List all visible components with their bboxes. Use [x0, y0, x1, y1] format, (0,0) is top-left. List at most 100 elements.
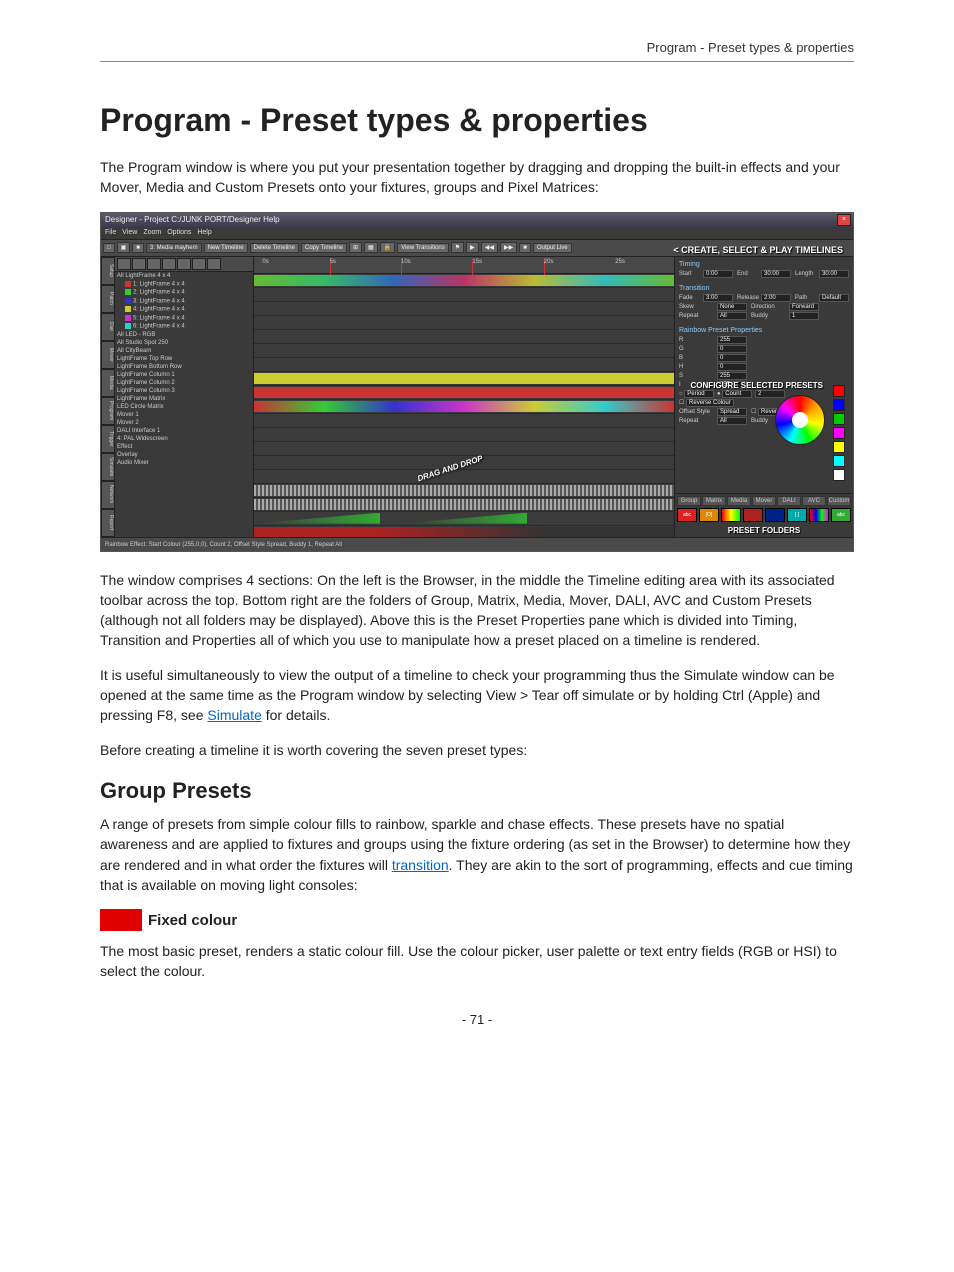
tab-mover[interactable]: Mover [101, 341, 115, 369]
browser-item[interactable]: All Studio Spot 250 [115, 339, 253, 347]
browser-item[interactable]: DALI Interface 1 [115, 427, 253, 435]
count-field[interactable]: 2 [755, 390, 785, 398]
browser-ptr-icon[interactable] [207, 258, 221, 270]
tab-trigger[interactable]: Trigger [101, 425, 115, 453]
folder-tab-mover[interactable]: Mover [752, 496, 776, 506]
folder-tab-group[interactable]: Group [677, 496, 701, 506]
tab-media[interactable]: Media [101, 369, 115, 397]
browser-item[interactable]: LightFrame Bottom Row [115, 363, 253, 371]
tab-program[interactable]: Program [101, 397, 115, 425]
tab-patch[interactable]: Patch [101, 285, 115, 313]
timeline-area[interactable]: 0s 5s 10s 15s 20s 25s [254, 257, 674, 537]
browser-last-icon[interactable] [192, 258, 206, 270]
preset-chip[interactable] [721, 508, 741, 522]
period-radio[interactable]: ○ Period [679, 390, 717, 398]
browser-item[interactable]: All LightFrame 4 x 4 [115, 272, 253, 280]
tab-report[interactable]: Report [101, 509, 115, 537]
preset-chip[interactable]: abc [677, 508, 697, 522]
delete-timeline-button[interactable]: Delete Timeline [250, 243, 299, 253]
timeline-block[interactable] [254, 527, 674, 537]
browser-first-icon[interactable] [147, 258, 161, 270]
tab-simulate[interactable]: Simulate [101, 453, 115, 481]
prev-icon[interactable]: ◀◀ [481, 242, 498, 253]
flag-icon[interactable]: ⚑ [451, 242, 464, 253]
timeline-block[interactable] [254, 373, 674, 384]
h-field[interactable]: 0 [717, 363, 747, 371]
swatch-green[interactable] [833, 413, 845, 425]
browser-item[interactable]: Effect [115, 443, 253, 451]
open-icon[interactable]: ▣ [117, 242, 131, 253]
b-field[interactable]: 0 [717, 354, 747, 362]
browser-item[interactable]: 6: LightFrame 4 x 4 [115, 322, 253, 331]
timeline-block[interactable] [254, 275, 674, 286]
preset-chip[interactable]: [O] [699, 508, 719, 522]
start-field[interactable]: 0:00 [703, 270, 733, 278]
browser-item[interactable]: 4: PAL Widescreen [115, 435, 253, 443]
swatch-blue[interactable] [833, 399, 845, 411]
tab-dial[interactable]: Dial [101, 313, 115, 341]
repeat-field[interactable]: All [717, 312, 747, 320]
skew-field[interactable]: None [717, 303, 747, 311]
preset-chip[interactable] [765, 508, 785, 522]
tab-network[interactable]: Network [101, 481, 115, 509]
browser-expand-icon[interactable] [117, 258, 131, 270]
browser-item[interactable]: All LED - RGB [115, 331, 253, 339]
direction-field[interactable]: Forward [789, 303, 819, 311]
browser-item[interactable]: 3: LightFrame 4 x 4 [115, 297, 253, 306]
preset-chip[interactable]: [·] [787, 508, 807, 522]
swatch-cyan[interactable] [833, 455, 845, 467]
browser-item[interactable]: LED Circle Matrix [115, 403, 253, 411]
s-field[interactable]: 255 [717, 372, 747, 380]
swatch-white[interactable] [833, 469, 845, 481]
fade-field[interactable]: 3:00 [703, 294, 733, 302]
close-icon[interactable]: × [837, 214, 851, 226]
snap-icon[interactable]: ⊞ [349, 242, 362, 253]
swatch-yellow[interactable] [833, 441, 845, 453]
browser-item[interactable]: LightFrame Matrix [115, 395, 253, 403]
timeline-block[interactable] [254, 485, 674, 496]
browser-item[interactable]: 1: LightFrame 4 x 4 [115, 280, 253, 289]
timeline-block[interactable] [254, 387, 674, 398]
browser-item[interactable]: Mover 1 [115, 411, 253, 419]
preset-chip[interactable]: abc [831, 508, 851, 522]
stop-icon[interactable]: ■ [519, 243, 531, 253]
play-icon[interactable]: ▶ [466, 242, 479, 253]
browser-item[interactable]: All CityBeam [115, 347, 253, 355]
timeline-select[interactable]: 3: Media mayhem [146, 243, 202, 253]
folder-tab-matrix[interactable]: Matrix [702, 496, 726, 506]
browser-item[interactable]: Audio Mixer [115, 459, 253, 467]
menu-file[interactable]: File [105, 229, 116, 236]
menu-options[interactable]: Options [167, 229, 191, 236]
browser-item[interactable]: 5: LightFrame 4 x 4 [115, 314, 253, 323]
menu-help[interactable]: Help [197, 229, 211, 236]
folder-tab-dali[interactable]: DALI [777, 496, 801, 506]
r-field[interactable]: 255 [717, 336, 747, 344]
length-field[interactable]: 30:00 [819, 270, 849, 278]
folder-tab-media[interactable]: Media [727, 496, 751, 506]
folder-tab-custom[interactable]: Custom [827, 496, 851, 506]
preset-chip[interactable] [743, 508, 763, 522]
view-transitions-button[interactable]: View Transitions [397, 243, 449, 253]
path-field[interactable]: Default [819, 294, 849, 302]
offset-style-field[interactable]: Spread [717, 408, 747, 416]
browser-item[interactable]: 2: LightFrame 4 x 4 [115, 288, 253, 297]
swatch-red[interactable] [833, 385, 845, 397]
colour-wheel[interactable] [775, 395, 825, 445]
grid-icon[interactable]: ▦ [364, 242, 378, 253]
menu-zoom[interactable]: Zoom [143, 229, 161, 236]
end-field[interactable]: 30:00 [761, 270, 791, 278]
browser-item[interactable]: Mover 2 [115, 419, 253, 427]
browser-filter-icon[interactable] [132, 258, 146, 270]
timeline-block[interactable] [254, 499, 674, 510]
tab-setup[interactable]: Setup [101, 257, 115, 285]
timeline-block[interactable] [254, 513, 380, 524]
timeline-block[interactable] [401, 513, 527, 524]
browser-item[interactable]: Overlay [115, 451, 253, 459]
swatch-magenta[interactable] [833, 427, 845, 439]
count-radio[interactable]: ● Count [717, 390, 755, 398]
g-field[interactable]: 0 [717, 345, 747, 353]
menu-view[interactable]: View [122, 229, 137, 236]
new-timeline-button[interactable]: New Timeline [204, 243, 248, 253]
output-live-button[interactable]: Output Live [533, 243, 572, 253]
folder-tab-avc[interactable]: AVC [802, 496, 826, 506]
